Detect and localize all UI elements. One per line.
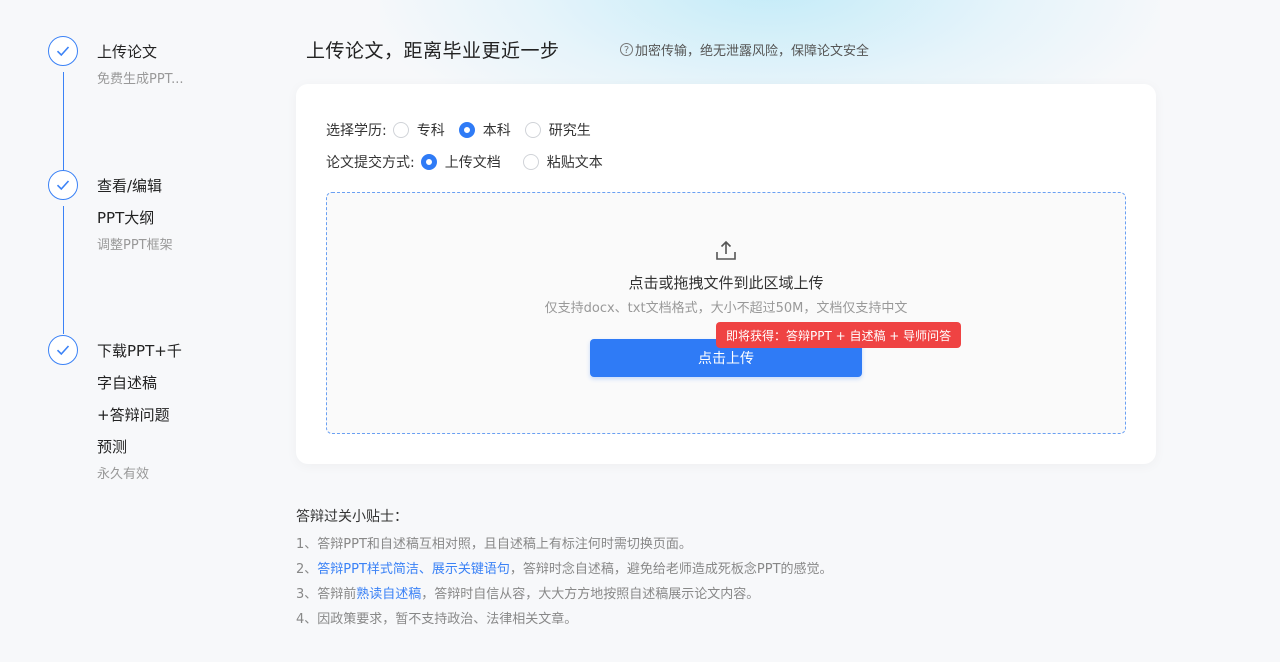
submit-method-selector: 论文提交方式: 上传文档 粘贴文本	[326, 152, 617, 172]
radio-label: 研究生	[548, 123, 591, 139]
radio-label: 专科	[416, 123, 445, 139]
radio-button-selected[interactable]	[420, 154, 437, 170]
tip-text: ，答辩时自信从容，大大方方地按照自述稿展示论文内容。	[421, 587, 760, 602]
step-connector	[63, 206, 64, 334]
check-icon	[48, 335, 78, 365]
check-icon	[48, 36, 78, 66]
drop-zone-title: 点击或拖拽文件到此区域上传	[628, 274, 824, 292]
radio-option-benke[interactable]: 本科	[458, 120, 511, 140]
step-title-line: 查看/编辑	[97, 177, 163, 195]
step-title-line: 预测	[97, 438, 128, 456]
page-title: 上传论文，距离毕业更近一步	[306, 40, 560, 62]
radio-option-upload-doc[interactable]: 上传文档	[420, 152, 501, 172]
file-drop-zone[interactable]: 点击或拖拽文件到此区域上传 仅支持docx、txt文档格式，大小不超过50M，文…	[326, 192, 1126, 434]
promo-badge: 即将获得：答辩PPT + 自述稿 + 导师问答	[716, 322, 962, 348]
radio-button[interactable]	[392, 122, 409, 138]
radio-label: 本科	[482, 123, 511, 139]
upload-icon	[713, 239, 739, 267]
step-title-line: 字自述稿	[97, 374, 158, 392]
submit-method-label: 论文提交方式:	[326, 155, 415, 171]
radio-button-selected[interactable]	[458, 122, 475, 138]
security-note: ? 加密传输，绝无泄露风险，保障论文安全	[620, 40, 869, 59]
radio-option-zhuanke[interactable]: 专科	[392, 120, 445, 140]
step-title-line: +答辩问题	[97, 406, 170, 424]
radio-label: 粘贴文本	[546, 155, 603, 171]
tips-section: 答辩过关小贴士： 1、答辩PPT和自述稿互相对照，且自述稿上有标注何时需切换页面…	[296, 505, 833, 632]
tip-highlight: 答辩PPT样式简洁、展示关键语句	[317, 562, 510, 577]
radio-button[interactable]	[524, 122, 541, 138]
tips-title: 答辩过关小贴士：	[296, 509, 408, 525]
check-icon	[48, 170, 78, 200]
tip-item: 3、答辩前熟读自述稿，答辩时自信从容，大大方方地按照自述稿展示论文内容。	[296, 582, 833, 607]
tip-number: 2、	[296, 562, 318, 577]
security-note-text: 加密传输，绝无泄露风险，保障论文安全	[635, 44, 870, 59]
tip-highlight: 熟读自述稿	[356, 587, 422, 602]
education-selector: 选择学历: 专科 本科 研究生	[326, 120, 605, 140]
tip-item: 4、因政策要求，暂不支持政治、法律相关文章。	[296, 612, 578, 627]
step-title-line: PPT大纲	[97, 209, 155, 227]
radio-option-paste-text[interactable]: 粘贴文本	[522, 152, 603, 172]
step-subtitle: 调整PPT框架	[97, 238, 173, 253]
question-circle-icon[interactable]: ?	[620, 43, 633, 56]
radio-label: 上传文档	[444, 155, 501, 171]
tip-item: 2、答辩PPT样式简洁、展示关键语句，答辩时念自述稿，避免给老师造成死板念PPT…	[296, 557, 833, 582]
education-label: 选择学历:	[326, 123, 387, 139]
radio-button[interactable]	[522, 154, 539, 170]
step-subtitle: 免费生成PPT...	[97, 72, 184, 87]
drop-zone-hint: 仅支持docx、txt文档格式，大小不超过50M，文档仅支持中文	[544, 301, 908, 316]
tip-item: 1、答辩PPT和自述稿互相对照，且自述稿上有标注何时需切换页面。	[296, 537, 692, 552]
step-title-line: 下载PPT+千	[97, 342, 182, 360]
step-title: 上传论文	[97, 43, 158, 61]
tip-text: ，答辩时念自述稿，避免给老师造成死板念PPT的感觉。	[509, 562, 833, 577]
upload-card: 选择学历: 专科 本科 研究生 论文提交方式: 上传文档 粘贴文本 点击或拖拽文…	[296, 84, 1156, 464]
step-subtitle: 永久有效	[97, 467, 150, 482]
tip-text: 3、答辩前	[296, 587, 357, 602]
radio-option-yanjiusheng[interactable]: 研究生	[524, 120, 591, 140]
